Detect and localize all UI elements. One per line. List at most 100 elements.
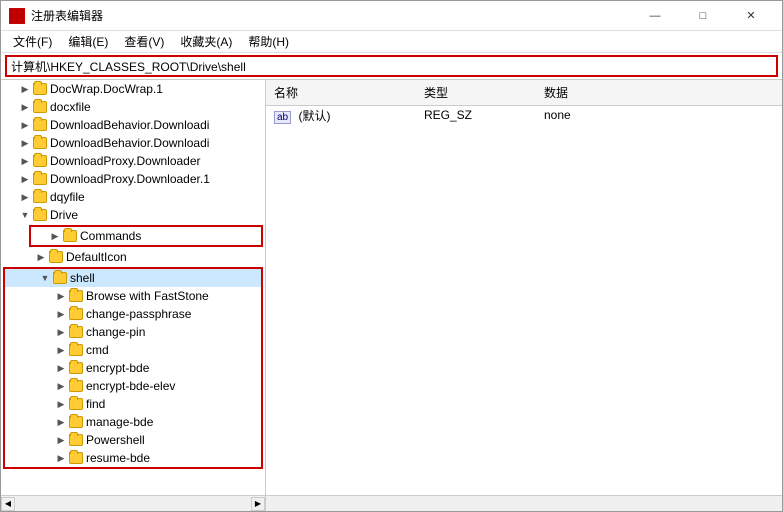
folder-icon <box>33 137 47 149</box>
folder-icon-ps <box>69 434 83 446</box>
tree-item-manage-bde[interactable]: ▶ manage-bde <box>5 413 261 431</box>
expand-icon-commands[interactable]: ▶ <box>47 228 63 244</box>
expand-icon-chpin[interactable]: ▶ <box>53 324 69 340</box>
tree-label-find: find <box>86 397 105 411</box>
tree-item-encrypt-bde[interactable]: ▶ encrypt-bde <box>5 359 261 377</box>
tree-label-browse: Browse with FastStone <box>86 289 209 303</box>
expand-icon-db2[interactable]: ▶ <box>17 135 33 151</box>
menu-edit[interactable]: 编辑(E) <box>60 31 116 52</box>
tree-item-browse[interactable]: ▶ Browse with FastStone <box>5 287 261 305</box>
app-icon <box>9 8 25 24</box>
expand-icon-encbde[interactable]: ▶ <box>53 360 69 376</box>
menu-help[interactable]: 帮助(H) <box>240 31 297 52</box>
address-bar[interactable]: 计算机\HKEY_CLASSES_ROOT\Drive\shell <box>5 55 778 77</box>
table-body: ab (默认) REG_SZ none <box>266 106 782 495</box>
cell-name: ab (默认) <box>266 107 416 124</box>
window-controls: — □ ✕ <box>632 1 774 31</box>
right-panel: 名称 类型 数据 ab (默认) REG_SZ none <box>266 80 782 495</box>
tree-label-chpin: change-pin <box>86 325 145 339</box>
folder-icon-encbdeelev <box>69 380 83 392</box>
folder-icon-defaulticon <box>49 251 63 263</box>
cell-type: REG_SZ <box>416 108 536 122</box>
menu-view[interactable]: 查看(V) <box>116 31 172 52</box>
tree-label-commands: Commands <box>80 229 141 243</box>
tree-label-encbde: encrypt-bde <box>86 361 149 375</box>
tree-label-docwrap: DocWrap.DocWrap.1 <box>50 82 163 96</box>
expand-icon-dp2[interactable]: ▶ <box>17 171 33 187</box>
col-header-data[interactable]: 数据 <box>536 82 782 103</box>
tree-item-docxfile[interactable]: ▶ docxfile <box>1 98 265 116</box>
folder-icon <box>33 191 47 203</box>
expand-icon-encbdeelev[interactable]: ▶ <box>53 378 69 394</box>
col-header-type[interactable]: 类型 <box>416 82 536 103</box>
col-header-name[interactable]: 名称 <box>266 82 416 103</box>
address-text: 计算机\HKEY_CLASSES_ROOT\Drive\shell <box>11 58 772 75</box>
folder-icon-find <box>69 398 83 410</box>
table-row[interactable]: ab (默认) REG_SZ none <box>266 106 782 124</box>
scroll-left-arrow[interactable]: ◀ <box>1 497 15 511</box>
expand-icon-drive[interactable]: ▼ <box>17 207 33 223</box>
tree-label-resbde: resume-bde <box>86 451 150 465</box>
folder-icon-encbde <box>69 362 83 374</box>
tree-item-docwrap[interactable]: ▶ DocWrap.DocWrap.1 <box>1 80 265 98</box>
folder-icon-browse <box>69 290 83 302</box>
close-button[interactable]: ✕ <box>728 1 774 31</box>
tree-item-change-passphrase[interactable]: ▶ change-passphrase <box>5 305 261 323</box>
expand-icon-docwrap[interactable]: ▶ <box>17 81 33 97</box>
tree-item-find[interactable]: ▶ find <box>5 395 261 413</box>
expand-icon-browse[interactable]: ▶ <box>53 288 69 304</box>
expand-icon-cmd[interactable]: ▶ <box>53 342 69 358</box>
address-bar-wrapper: 计算机\HKEY_CLASSES_ROOT\Drive\shell <box>1 53 782 80</box>
expand-icon-defaulticon[interactable]: ▶ <box>33 249 49 265</box>
tree-item-encrypt-bde-elev[interactable]: ▶ encrypt-bde-elev <box>5 377 261 395</box>
minimize-button[interactable]: — <box>632 1 678 31</box>
scroll-right-arrow[interactable]: ▶ <box>251 497 265 511</box>
tree-item-dqyfile[interactable]: ▶ dqyfile <box>1 188 265 206</box>
content-area: ▶ DocWrap.DocWrap.1 ▶ docxfile ▶ Downloa… <box>1 80 782 495</box>
table-header: 名称 类型 数据 <box>266 80 782 106</box>
tree-item-downloadproxy2[interactable]: ▶ DownloadProxy.Downloader.1 <box>1 170 265 188</box>
maximize-button[interactable]: □ <box>680 1 726 31</box>
bottom-bar: ◀ ▶ <box>1 495 782 511</box>
tree-label-docxfile: docxfile <box>50 100 91 114</box>
expand-icon-ps[interactable]: ▶ <box>53 432 69 448</box>
expand-icon-docxfile[interactable]: ▶ <box>17 99 33 115</box>
cell-name-text: (默认) <box>298 109 330 123</box>
expand-icon-dp1[interactable]: ▶ <box>17 153 33 169</box>
right-scrollbar <box>266 496 782 511</box>
tree-item-powershell[interactable]: ▶ Powershell <box>5 431 261 449</box>
tree-item-defaulticon[interactable]: ▶ DefaultIcon <box>1 248 265 266</box>
folder-icon-shell <box>53 272 67 284</box>
expand-icon-find[interactable]: ▶ <box>53 396 69 412</box>
tree-panel[interactable]: ▶ DocWrap.DocWrap.1 ▶ docxfile ▶ Downloa… <box>1 80 266 495</box>
expand-icon-mgbde[interactable]: ▶ <box>53 414 69 430</box>
tree-item-shell[interactable]: ▼ shell <box>5 269 261 287</box>
title-bar: 注册表编辑器 — □ ✕ <box>1 1 782 31</box>
tree-item-cmd[interactable]: ▶ cmd <box>5 341 261 359</box>
expand-icon-db1[interactable]: ▶ <box>17 117 33 133</box>
tree-label-cmd: cmd <box>86 343 109 357</box>
folder-icon-resbde <box>69 452 83 464</box>
tree-item-downloadproxy1[interactable]: ▶ DownloadProxy.Downloader <box>1 152 265 170</box>
menu-file[interactable]: 文件(F) <box>5 31 60 52</box>
tree-item-commands[interactable]: ▶ Commands <box>31 227 261 245</box>
folder-icon <box>33 155 47 167</box>
cell-data: none <box>536 108 782 122</box>
menu-favorites[interactable]: 收藏夹(A) <box>172 31 240 52</box>
tree-item-downloadbehavior2[interactable]: ▶ DownloadBehavior.Downloadi <box>1 134 265 152</box>
tree-item-change-pin[interactable]: ▶ change-pin <box>5 323 261 341</box>
tree-label-dqy: dqyfile <box>50 190 85 204</box>
tree-item-downloadbehavior1[interactable]: ▶ DownloadBehavior.Downloadi <box>1 116 265 134</box>
expand-icon-chpass[interactable]: ▶ <box>53 306 69 322</box>
tree-item-drive[interactable]: ▼ Drive <box>1 206 265 224</box>
menu-bar: 文件(F) 编辑(E) 查看(V) 收藏夹(A) 帮助(H) <box>1 31 782 53</box>
expand-icon-dqy[interactable]: ▶ <box>17 189 33 205</box>
expand-icon-shell[interactable]: ▼ <box>37 270 53 286</box>
tree-label-dp2: DownloadProxy.Downloader.1 <box>50 172 210 186</box>
expand-icon-resbde[interactable]: ▶ <box>53 450 69 466</box>
folder-icon-chpass <box>69 308 83 320</box>
folder-icon <box>33 101 47 113</box>
window-title: 注册表编辑器 <box>31 7 632 24</box>
tree-item-resume-bde[interactable]: ▶ resume-bde <box>5 449 261 467</box>
tree-label-mgbde: manage-bde <box>86 415 153 429</box>
